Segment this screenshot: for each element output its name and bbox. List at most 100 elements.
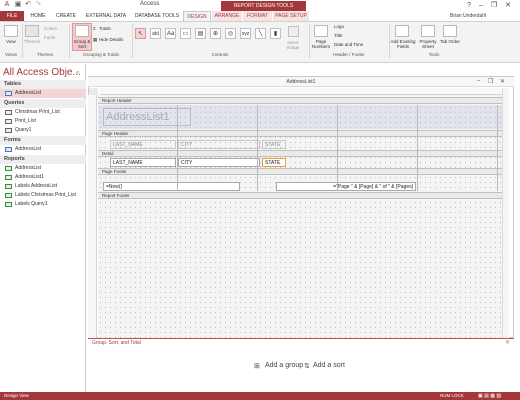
textbox-control-icon[interactable]: ab| xyxy=(150,28,161,39)
property-sheet-button[interactable]: Property Sheet xyxy=(417,39,439,49)
collapse-nav-icon[interactable]: « xyxy=(76,70,79,76)
add-fields-icon[interactable] xyxy=(395,25,409,37)
band-detail[interactable]: Detail xyxy=(98,150,502,157)
tab-order-icon[interactable] xyxy=(443,25,457,37)
tab-page-setup[interactable]: PAGE SETUP xyxy=(273,11,309,21)
grid-line xyxy=(257,105,258,191)
nav-pane-title[interactable]: All Access Obje... xyxy=(3,67,81,78)
tab-design[interactable]: DESIGN xyxy=(183,11,211,21)
form-icon xyxy=(5,147,12,152)
nav-item-report-labels-addresslist[interactable]: Labels AddressList xyxy=(0,182,86,191)
footer-now-textbox[interactable]: =Now() xyxy=(103,182,240,191)
report-vertical-scrollbar[interactable] xyxy=(502,88,509,338)
nav-section-tables[interactable]: Tables xyxy=(0,80,86,89)
insert-image-icon[interactable] xyxy=(288,26,299,37)
web-browser-control-icon[interactable]: ◎ xyxy=(225,28,236,39)
button-control-icon[interactable]: ▭ xyxy=(180,28,191,39)
doc-close-icon[interactable]: ✕ xyxy=(500,78,505,85)
contextual-tools-label: REPORT DESIGN TOOLS xyxy=(221,1,306,11)
page-numbers-icon[interactable] xyxy=(314,25,328,37)
field-city[interactable]: CITY xyxy=(178,158,260,167)
page-numbers-button[interactable]: Page Numbers xyxy=(310,39,332,49)
label-city[interactable]: CITY xyxy=(178,140,260,149)
close-icon[interactable]: ✕ xyxy=(503,1,513,10)
nav-item-form-addresslist[interactable]: AddressList xyxy=(0,145,86,154)
tab-format[interactable]: FORMAT xyxy=(243,11,272,21)
nav-item-query-print-list[interactable]: Print_List xyxy=(0,117,86,126)
tab-arrange[interactable]: ARRANGE xyxy=(212,11,242,21)
insert-image-button[interactable]: Insert Image xyxy=(282,40,304,50)
group-themes-label: Themes xyxy=(36,52,54,57)
tab-home[interactable]: HOME xyxy=(26,11,50,21)
date-time-button[interactable]: Date and Time xyxy=(334,42,363,47)
option-group-icon[interactable]: xyz xyxy=(240,28,251,39)
query-icon xyxy=(5,110,12,115)
save-icon[interactable]: ▣ xyxy=(14,1,22,9)
band-report-footer[interactable]: Report Footer xyxy=(98,192,502,199)
add-existing-fields-button[interactable]: Add Existing Fields xyxy=(390,39,416,49)
add-sort-button[interactable]: Add a sort xyxy=(313,362,345,369)
band-report-header[interactable]: Report Header xyxy=(98,97,502,104)
nav-item-query-query1[interactable]: Query1 xyxy=(0,126,86,135)
tab-database-tools[interactable]: DATABASE TOOLS xyxy=(132,11,182,21)
status-view-icons[interactable]: ▣ ▤ ▦ ▧ xyxy=(478,392,501,400)
nav-section-reports[interactable]: Reports xyxy=(0,155,86,164)
user-name[interactable]: Brian Underdahl xyxy=(450,11,486,21)
tab-control-icon[interactable]: ▤ xyxy=(195,28,206,39)
undo-icon[interactable]: ↶ xyxy=(24,1,32,9)
hyperlink-control-icon[interactable]: ⊕ xyxy=(210,28,221,39)
nav-item-report-labels-query1[interactable]: Labels Query1 xyxy=(0,200,86,209)
label-state[interactable]: STATE xyxy=(262,140,286,149)
colors-button[interactable]: Colors xyxy=(44,26,57,31)
group-sort-close-icon[interactable]: ✕ xyxy=(505,339,510,346)
nav-item-table-addresslist[interactable]: AddressList xyxy=(0,89,86,98)
themes-icon[interactable] xyxy=(25,25,39,37)
grid-line xyxy=(177,105,178,191)
query-icon xyxy=(5,119,12,124)
report-selector[interactable] xyxy=(89,88,98,95)
horizontal-ruler xyxy=(100,88,502,95)
table-icon xyxy=(5,91,12,96)
nav-section-queries[interactable]: Queries xyxy=(0,99,86,108)
band-page-header[interactable]: Page Header xyxy=(98,130,502,137)
nav-item-query-christmas[interactable]: Christmas Print_List xyxy=(0,108,86,117)
hide-details-button[interactable]: Hide Details xyxy=(99,37,123,42)
view-icon[interactable] xyxy=(4,25,18,37)
doc-minimize-icon[interactable]: – xyxy=(477,78,480,84)
minimize-icon[interactable]: – xyxy=(476,1,486,10)
line-control-icon[interactable]: ╲ xyxy=(255,28,266,39)
group-header-footer-label: Header / Footer xyxy=(333,52,365,57)
field-state[interactable]: STATE xyxy=(262,158,286,167)
label-control-icon[interactable]: Aa xyxy=(165,28,176,39)
tab-create[interactable]: CREATE xyxy=(52,11,80,21)
view-button[interactable]: View xyxy=(2,39,20,44)
app-title: Access xyxy=(140,1,160,7)
nav-item-report-labels-christmas[interactable]: Labels Christmas Print_List xyxy=(0,191,86,200)
band-page-footer[interactable]: Page Footer xyxy=(98,168,502,175)
tab-order-button[interactable]: Tab Order xyxy=(440,39,460,44)
nav-section-forms[interactable]: Forms xyxy=(0,136,86,145)
help-button[interactable]: ? xyxy=(464,1,474,10)
footer-page-textbox[interactable]: ="Page " & [Page] & " of " & [Pages] xyxy=(276,182,416,191)
logo-button[interactable]: Logo xyxy=(334,24,344,29)
restore-icon[interactable]: ❐ xyxy=(489,1,499,10)
add-group-button[interactable]: Add a group xyxy=(265,362,303,369)
doc-restore-icon[interactable]: ❐ xyxy=(488,78,493,85)
tab-external-data[interactable]: EXTERNAL DATA xyxy=(82,11,130,21)
group-sort-button[interactable]: Group & Sort xyxy=(72,39,92,49)
report-icon xyxy=(5,193,12,198)
nav-item-report-addresslist1[interactable]: AddressList1 xyxy=(0,173,86,182)
label-last-name[interactable]: LAST_NAME xyxy=(110,140,176,149)
toggle-control-icon[interactable]: ▮ xyxy=(270,28,281,39)
group-views-label: Views xyxy=(5,52,17,57)
property-sheet-icon[interactable] xyxy=(421,25,435,37)
totals-button[interactable]: Totals xyxy=(99,26,111,31)
nav-item-report-addresslist[interactable]: AddressList xyxy=(0,164,86,173)
redo-icon[interactable]: ↷ xyxy=(34,1,42,9)
fonts-button[interactable]: Fonts xyxy=(44,35,55,40)
tab-file[interactable]: FILE xyxy=(0,11,24,21)
select-pointer-icon[interactable]: ↖ xyxy=(135,28,146,39)
title-button[interactable]: Title xyxy=(334,33,342,38)
field-last-name[interactable]: LAST_NAME xyxy=(110,158,176,167)
themes-button[interactable]: Themes xyxy=(22,39,42,44)
